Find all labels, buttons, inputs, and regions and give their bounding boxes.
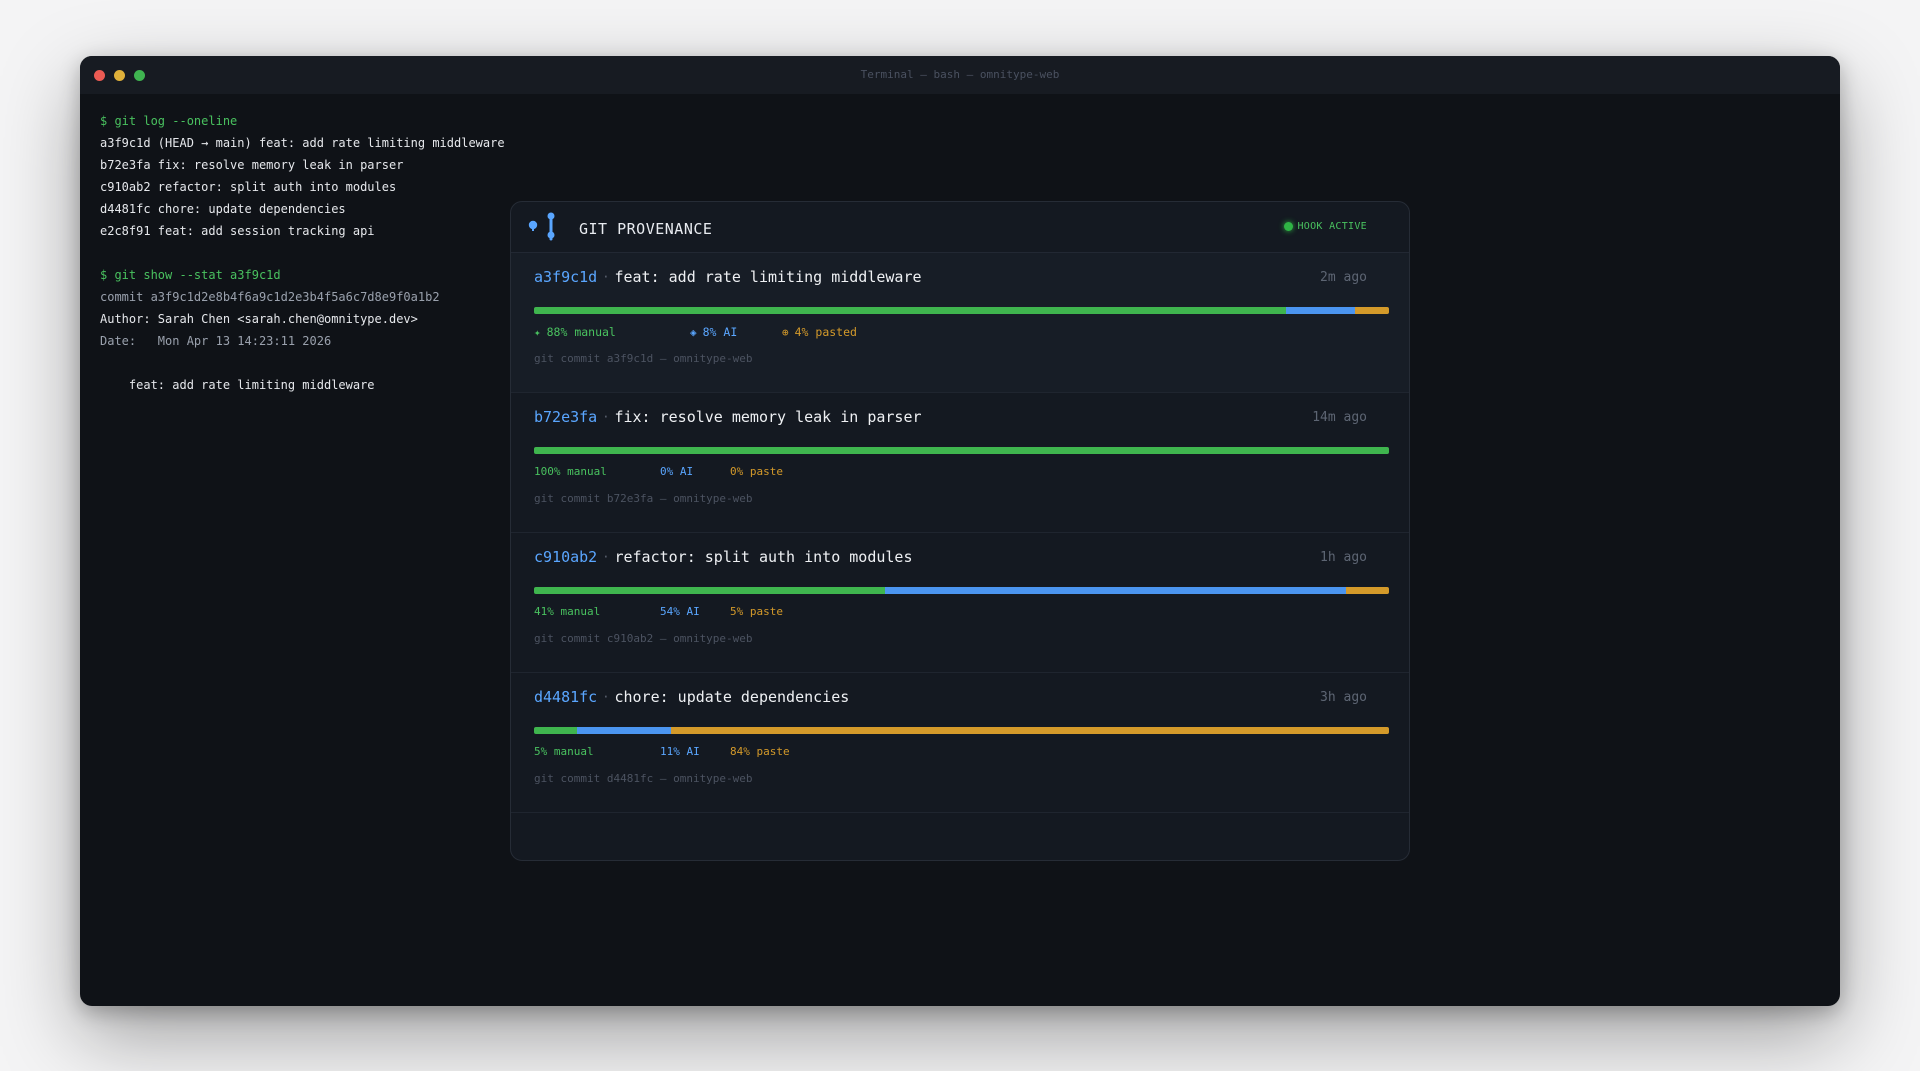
manual-segment (534, 587, 885, 594)
separator: · (602, 690, 610, 704)
commit-header: d4481fc · chore: update dependencies (534, 688, 849, 706)
manual-stat: 100% manual (534, 465, 607, 478)
terminal-output[interactable]: $ git log --oneline a3f9c1d (HEAD → main)… (100, 110, 505, 396)
commit-message: refactor: split auth into modules (614, 548, 913, 566)
commit-hash[interactable]: a3f9c1d (534, 268, 597, 286)
terminal-line: e2c8f91 feat: add session tracking api (100, 224, 375, 238)
manual-stat: ✦ 88% manual (534, 325, 616, 339)
commit-command: git commit c910ab2 — omnitype-web (534, 632, 753, 645)
manual-stat: 41% manual (534, 605, 600, 618)
commit-command: git commit b72e3fa — omnitype-web (534, 492, 753, 505)
hook-status-label: HOOK ACTIVE (1297, 221, 1367, 232)
terminal-line: a3f9c1d (HEAD → main) feat: add rate lim… (100, 136, 505, 150)
commit-command: git commit d4481fc — omnitype-web (534, 772, 753, 785)
provenance-bar (534, 447, 1389, 454)
hook-status: HOOK ACTIVE (1284, 221, 1367, 232)
manual-label: 5% manual (534, 745, 594, 758)
ai-stat: ◈ 8% AI (690, 325, 737, 339)
manual-label: 100% manual (534, 465, 607, 478)
terminal-line: c910ab2 refactor: split auth into module… (100, 180, 397, 194)
sparkle-icon: ✦ (534, 325, 541, 339)
provenance-bar (534, 587, 1389, 594)
ai-segment (1286, 307, 1355, 314)
separator: · (602, 270, 610, 284)
paste-segment (1354, 307, 1389, 314)
window-title: Terminal — bash — omnitype-web (860, 68, 1060, 81)
commit-time: 1h ago (1320, 550, 1367, 565)
ai-stat: 11% AI (660, 745, 700, 758)
git-provenance-panel: GIT PROVENANCE HOOK ACTIVE a3f9c1d · feat:… (510, 201, 1410, 861)
separator: · (602, 410, 610, 424)
git-branch-icon (528, 212, 555, 241)
commit-header: b72e3fa · fix: resolve memory leak in pars… (534, 408, 922, 426)
commit-card-b72e3fa[interactable]: b72e3fa · fix: resolve memory leak in pars… (511, 393, 1409, 533)
commit-message: fix: resolve memory leak in parser (614, 408, 922, 426)
paste-circle-icon: ⊕ (782, 325, 789, 339)
paste-label: 5% paste (730, 605, 783, 618)
terminal-line: b72e3fa fix: resolve memory leak in pars… (100, 158, 404, 172)
terminal-line: d4481fc chore: update dependencies (100, 202, 346, 216)
ai-stat: 0% AI (660, 465, 693, 478)
commit-list: a3f9c1d · feat: add rate limiting middlewa… (511, 253, 1409, 813)
provenance-bar (534, 727, 1389, 734)
paste-stat: ⊕ 4% pasted (782, 325, 857, 339)
commit-hash[interactable]: b72e3fa (534, 408, 597, 426)
paste-label: 4% pasted (794, 325, 857, 339)
manual-segment (534, 727, 577, 734)
ai-segment (884, 587, 1347, 594)
panel-title: GIT PROVENANCE (579, 220, 713, 238)
ai-label: 54% AI (660, 605, 700, 618)
commit-card-c910ab2[interactable]: c910ab2 · refactor: split auth into module… (511, 533, 1409, 673)
paste-stat: 0% paste (730, 465, 783, 478)
diamond-icon: ◈ (690, 325, 697, 339)
ai-label: 0% AI (660, 465, 694, 478)
manual-stat: 5% manual (534, 745, 594, 758)
terminal-line: feat: add rate limiting middleware (100, 378, 375, 392)
commit-message: feat: add rate limiting middleware (614, 268, 922, 286)
commit-command: git commit a3f9c1d — omnitype-web (534, 352, 753, 365)
paste-segment (1346, 587, 1389, 594)
title-bar: Terminal — bash — omnitype-web (80, 56, 1840, 94)
terminal-line: $ git log --oneline (100, 114, 238, 128)
manual-label: 88% manual (546, 325, 616, 339)
commit-card-a3f9c1d[interactable]: a3f9c1d · feat: add rate limiting middlewa… (511, 253, 1409, 393)
paste-label: 84% paste (730, 745, 790, 758)
paste-label: 0% paste (730, 465, 783, 478)
separator: · (602, 550, 610, 564)
commit-card-d4481fc[interactable]: d4481fc · chore: update dependencies 3h ago… (511, 673, 1409, 813)
terminal-window: Terminal — bash — omnitype-web $ git log… (80, 56, 1840, 1006)
terminal-line: Author: Sarah Chen <sarah.chen@omnitype.… (100, 312, 418, 326)
ai-segment (576, 727, 671, 734)
commit-hash[interactable]: d4481fc (534, 688, 597, 706)
commit-header: c910ab2 · refactor: split auth into module… (534, 548, 912, 566)
terminal-line: Date: Mon Apr 13 14:23:11 2026 (100, 334, 332, 348)
ai-stat: 54% AI (660, 605, 700, 618)
paste-stat: 5% paste (730, 605, 783, 618)
commit-message: chore: update dependencies (614, 688, 850, 706)
manual-segment (534, 307, 1287, 314)
manual-segment (534, 447, 1389, 454)
commit-header: a3f9c1d · feat: add rate limiting middlewa… (534, 268, 922, 286)
status-dot-icon (1284, 222, 1294, 231)
commit-hash[interactable]: c910ab2 (534, 548, 597, 566)
manual-label: 41% manual (534, 605, 601, 618)
ai-label: 11% AI (660, 745, 700, 758)
terminal-line: commit a3f9c1d2e8b4f6a9c1d2e3b4f5a6c7d8e… (100, 290, 440, 304)
paste-stat: 84% paste (730, 745, 790, 758)
terminal-line: $ git show --stat a3f9c1d (100, 268, 281, 282)
provenance-bar (534, 307, 1389, 314)
commit-time: 3h ago (1320, 690, 1367, 705)
ai-label: 8% AI (702, 325, 738, 339)
paste-segment (670, 727, 1389, 734)
commit-time: 14m ago (1312, 410, 1367, 425)
commit-time: 2m ago (1320, 270, 1367, 285)
panel-header: GIT PROVENANCE HOOK ACTIVE (511, 202, 1409, 253)
